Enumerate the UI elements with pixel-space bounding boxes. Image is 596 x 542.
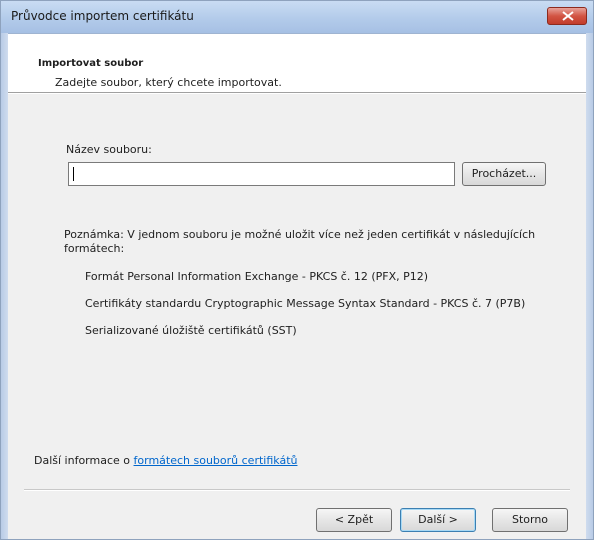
step-title: Importovat soubor [38,58,144,69]
more-info-line: Další informace o formátech souborů cert… [34,454,297,467]
note-text: Poznámka: V jednom souboru je možné ulož… [64,228,536,255]
window-frame-left [1,33,8,539]
filename-label: Název souboru: [66,143,152,156]
close-button[interactable] [547,7,587,25]
format-item-pfx: Formát Personal Information Exchange - P… [85,270,429,283]
format-item-sst: Serializované úložiště certifikátů (SST) [85,324,297,337]
wizard-window: Průvodce importem certifikátu Importovat… [0,0,594,540]
window-frame-right [586,33,593,539]
header-divider [8,93,586,94]
filename-input[interactable] [68,162,455,186]
browse-button[interactable]: Procházet... [462,162,546,186]
more-info-prefix: Další informace o [34,454,134,467]
title-bar[interactable]: Průvodce importem certifikátu [1,1,593,34]
text-caret [73,167,74,181]
cancel-button[interactable]: Storno [492,508,568,532]
wizard-content: Importovat soubor Zadejte soubor, který … [8,34,586,539]
back-button[interactable]: < Zpět [316,508,392,532]
wizard-header: Importovat soubor Zadejte soubor, který … [8,34,586,93]
next-button[interactable]: Další > [400,508,476,532]
footer-divider [24,489,570,491]
certificate-formats-link[interactable]: formátech souborů certifikátů [134,454,298,467]
format-item-p7b: Certifikáty standardu Cryptographic Mess… [85,297,526,310]
window-title: Průvodce importem certifikátu [11,9,194,23]
close-icon [562,11,574,21]
step-subtitle: Zadejte soubor, který chcete importovat. [55,76,282,89]
